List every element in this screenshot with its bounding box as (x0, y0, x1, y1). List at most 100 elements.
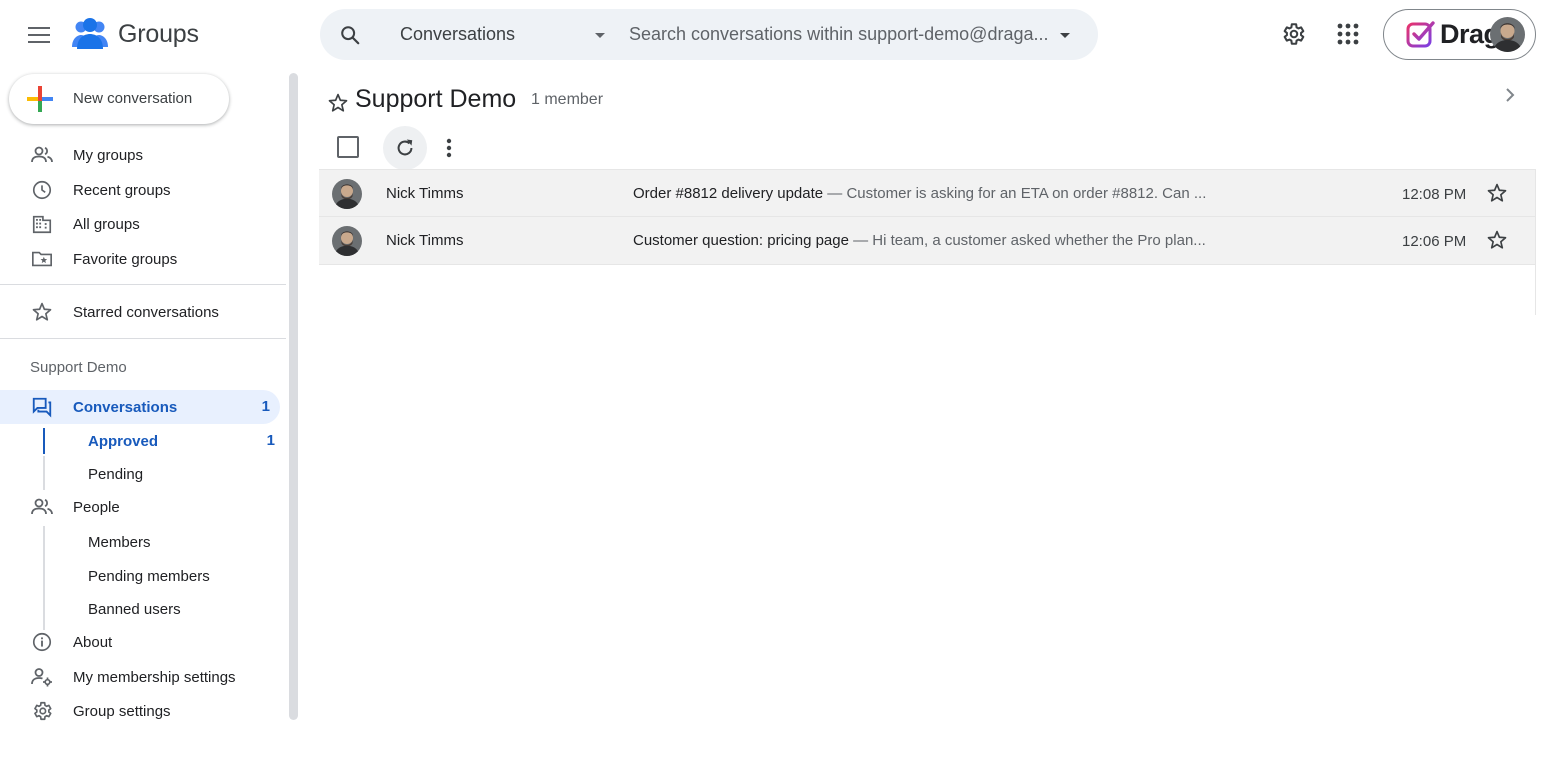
list-toolbar (319, 126, 1536, 170)
refresh-icon (397, 139, 413, 156)
search-input[interactable] (629, 9, 1049, 60)
sidebar-divider (0, 338, 286, 339)
apps-button[interactable] (1332, 18, 1364, 50)
star-icon[interactable] (1486, 182, 1508, 204)
top-bar: Groups Conversations Search conversation… (0, 0, 1553, 70)
search-scope-label: Conversations (400, 24, 516, 44)
sidebar-item-label: About (73, 634, 113, 651)
sidebar-item-my-groups[interactable]: My groups (0, 138, 285, 172)
conversation-list: Nick Timms Order #8812 delivery update —… (319, 169, 1536, 265)
sidebar-item-recent-groups[interactable]: Recent groups (0, 173, 285, 207)
sidebar-item-members[interactable]: Members (0, 525, 285, 559)
conversations-count: 1 (261, 398, 270, 415)
drag-logo: Drag (1406, 19, 1500, 50)
sidebar-item-approved[interactable]: Approved 1 (0, 424, 285, 458)
table-row[interactable]: Nick Timms Customer question: pricing pa… (319, 217, 1536, 265)
avatar (332, 179, 362, 209)
sidebar: New conversation My groups Recent groups (0, 70, 300, 784)
hamburger-icon (28, 27, 50, 43)
sidebar-item-label: People (73, 499, 120, 516)
plus-icon (27, 86, 53, 112)
main-menu-button[interactable] (20, 16, 58, 54)
sidebar-item-label: My membership settings (73, 669, 236, 686)
sidebar-scrollbar[interactable] (289, 73, 298, 720)
sidebar-item-label: Conversations (73, 399, 178, 416)
groups-logo[interactable]: Groups (70, 16, 199, 52)
conversation-snippet: — Hi team, a customer asked whether the … (848, 232, 1206, 249)
sidebar-item-label: Recent groups (73, 182, 171, 199)
sidebar-item-about[interactable]: About (0, 625, 285, 659)
new-conversation-button[interactable]: New conversation (9, 74, 229, 124)
sidebar-item-label: Banned users (88, 601, 181, 618)
search-scope-select[interactable]: Conversations (400, 9, 610, 60)
sidebar-item-people[interactable]: People (0, 490, 285, 524)
people-icon (30, 143, 54, 167)
sidebar-item-label: Favorite groups (73, 251, 178, 268)
sidebar-item-label: Members (88, 534, 151, 551)
list-edge (1535, 169, 1536, 315)
sidebar-item-all-groups[interactable]: All groups (0, 207, 285, 241)
people-icon (30, 495, 54, 519)
forum-icon (30, 395, 54, 419)
apps-grid-icon (1337, 23, 1359, 45)
info-icon (30, 630, 54, 654)
star-icon (30, 300, 54, 324)
search-icon (341, 26, 360, 45)
clock-icon (30, 178, 54, 202)
conversation-time: 12:06 PM (1402, 233, 1467, 250)
sidebar-item-label: Approved (88, 433, 159, 450)
table-row[interactable]: Nick Timms Order #8812 delivery update —… (319, 169, 1536, 217)
person-settings-icon (30, 665, 54, 689)
favorite-star-icon[interactable] (327, 92, 349, 114)
sidebar-item-label: All groups (73, 216, 140, 233)
conversation-time: 12:08 PM (1402, 186, 1467, 203)
sidebar-item-label: My groups (73, 147, 144, 164)
conversation-summary: Order #8812 delivery update — Customer i… (633, 185, 1223, 202)
refresh-button[interactable] (383, 126, 427, 170)
settings-button[interactable] (1277, 18, 1309, 50)
more-vert-icon (446, 138, 452, 158)
conversation-subject: Order #8812 delivery update (633, 185, 824, 202)
search-button[interactable] (336, 21, 364, 49)
conversation-snippet: — Customer is asking for an ETA on order… (823, 185, 1207, 202)
sidebar-divider (0, 284, 286, 285)
sidebar-item-pending[interactable]: Pending (0, 457, 285, 491)
avatar (1490, 17, 1525, 52)
sidebar-item-favorite-groups[interactable]: Favorite groups (0, 242, 285, 276)
conversation-author: Nick Timms (386, 232, 464, 249)
sidebar-item-group-settings[interactable]: Group settings (0, 694, 285, 728)
drag-checkbox-icon (1406, 20, 1435, 47)
building-icon (30, 212, 54, 236)
conversation-summary: Customer question: pricing page — Hi tea… (633, 232, 1223, 249)
account-button[interactable]: Drag (1383, 9, 1536, 60)
gear-icon (1283, 23, 1305, 45)
sidebar-item-conversations[interactable]: Conversations 1 (0, 390, 280, 424)
sidebar-item-pending-members[interactable]: Pending members (0, 559, 285, 593)
search-options-icon[interactable] (1055, 25, 1075, 45)
sidebar-item-label: Starred conversations (73, 304, 219, 321)
select-all-checkbox[interactable] (337, 136, 359, 158)
new-conversation-label: New conversation (73, 90, 193, 107)
user-avatar-icon (1490, 17, 1525, 52)
page-title: Support Demo (355, 85, 517, 113)
gear-icon (30, 699, 54, 723)
sidebar-item-label: Pending members (88, 568, 210, 585)
sidebar-item-label: Pending (88, 466, 144, 483)
caret-down-icon (595, 33, 605, 38)
chevron-right-icon[interactable] (1500, 85, 1520, 105)
conversation-subject: Customer question: pricing page (633, 232, 849, 249)
sidebar-item-banned-users[interactable]: Banned users (0, 592, 285, 626)
conversation-author: Nick Timms (386, 185, 464, 202)
folder-star-icon (30, 247, 54, 271)
sidebar-item-membership-settings[interactable]: My membership settings (0, 660, 285, 694)
search-bar: Conversations (320, 9, 1098, 60)
star-icon[interactable] (1486, 229, 1508, 251)
sidebar-item-label: Group settings (73, 703, 171, 720)
more-actions-button[interactable] (437, 136, 461, 160)
approved-count: 1 (266, 432, 275, 449)
user-avatar-icon (332, 179, 362, 209)
app-name: Groups (118, 19, 199, 48)
member-count[interactable]: 1 member (531, 91, 603, 109)
groups-logo-icon (72, 18, 108, 49)
sidebar-item-starred-conversations[interactable]: Starred conversations (0, 295, 285, 329)
